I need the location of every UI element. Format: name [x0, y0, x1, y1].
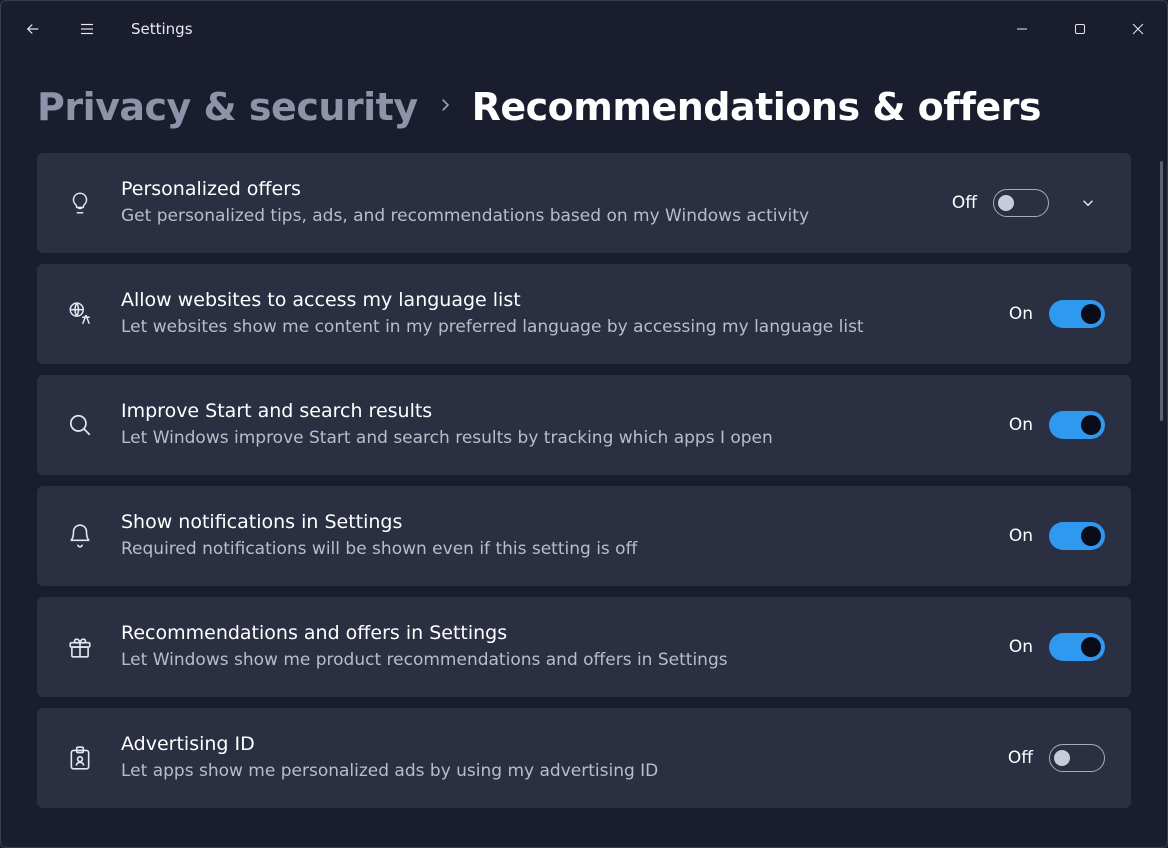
- breadcrumb-parent[interactable]: Privacy & security: [37, 85, 418, 129]
- back-button[interactable]: [13, 9, 53, 49]
- chevron-down-icon: [1079, 194, 1097, 212]
- toggle-state-label: Off: [952, 193, 977, 213]
- setting-title: Improve Start and search results: [121, 399, 985, 425]
- setting-body: Recommendations and offers in Settings L…: [121, 621, 985, 672]
- title-bar: Settings: [1, 1, 1167, 57]
- title-bar-left: Settings: [13, 9, 193, 49]
- window-controls: [993, 9, 1167, 49]
- setting-body: Allow websites to access my language lis…: [121, 288, 985, 339]
- search-icon: [63, 412, 97, 438]
- minimize-icon: [1016, 23, 1028, 35]
- toggle-state-label: On: [1009, 526, 1033, 546]
- toggle-advertising-id[interactable]: [1049, 744, 1105, 772]
- setting-controls: Off: [1008, 744, 1105, 772]
- setting-description: Let apps show me personalized ads by usi…: [121, 760, 984, 784]
- setting-description: Let Windows improve Start and search res…: [121, 427, 985, 451]
- setting-description: Let Windows show me product recommendati…: [121, 649, 985, 673]
- close-button[interactable]: [1109, 9, 1167, 49]
- setting-title: Recommendations and offers in Settings: [121, 621, 985, 647]
- bell-icon: [63, 523, 97, 549]
- chevron-right-icon: [436, 96, 454, 118]
- gift-icon: [63, 634, 97, 660]
- setting-description: Let websites show me content in my prefe…: [121, 316, 985, 340]
- toggle-personalized-offers[interactable]: [993, 189, 1049, 217]
- setting-language-list[interactable]: Allow websites to access my language lis…: [37, 264, 1131, 364]
- toggle-state-label: On: [1009, 304, 1033, 324]
- setting-description: Required notifications will be shown eve…: [121, 538, 985, 562]
- close-icon: [1132, 23, 1144, 35]
- window-title: Settings: [131, 20, 193, 38]
- minimize-button[interactable]: [993, 9, 1051, 49]
- page-title: Recommendations & offers: [472, 85, 1041, 129]
- expand-button[interactable]: [1071, 186, 1105, 220]
- setting-advertising-id[interactable]: Advertising ID Let apps show me personal…: [37, 708, 1131, 808]
- toggle-recs-in-settings[interactable]: [1049, 633, 1105, 661]
- setting-title: Allow websites to access my language lis…: [121, 288, 985, 314]
- setting-body: Improve Start and search results Let Win…: [121, 399, 985, 450]
- setting-recs-in-settings[interactable]: Recommendations and offers in Settings L…: [37, 597, 1131, 697]
- toggle-state-label: On: [1009, 415, 1033, 435]
- maximize-button[interactable]: [1051, 9, 1109, 49]
- toggle-state-label: Off: [1008, 748, 1033, 768]
- setting-controls: Off: [952, 186, 1105, 220]
- arrow-left-icon: [24, 20, 42, 38]
- globe-translate-icon: [63, 301, 97, 327]
- scrollbar[interactable]: [1160, 161, 1163, 421]
- setting-personalized-offers[interactable]: Personalized offers Get personalized tip…: [37, 153, 1131, 253]
- setting-notifications-in-settings[interactable]: Show notifications in Settings Required …: [37, 486, 1131, 586]
- settings-list: Personalized offers Get personalized tip…: [1, 153, 1167, 827]
- menu-button[interactable]: [67, 9, 107, 49]
- toggle-improve-start-search[interactable]: [1049, 411, 1105, 439]
- hamburger-icon: [78, 20, 96, 38]
- breadcrumb: Privacy & security Recommendations & off…: [1, 57, 1167, 153]
- setting-controls: On: [1009, 411, 1105, 439]
- toggle-state-label: On: [1009, 637, 1033, 657]
- setting-title: Personalized offers: [121, 177, 928, 203]
- setting-body: Show notifications in Settings Required …: [121, 510, 985, 561]
- id-card-icon: [63, 745, 97, 771]
- setting-controls: On: [1009, 522, 1105, 550]
- toggle-notifications-in-settings[interactable]: [1049, 522, 1105, 550]
- setting-controls: On: [1009, 300, 1105, 328]
- setting-description: Get personalized tips, ads, and recommen…: [121, 205, 928, 229]
- maximize-icon: [1074, 23, 1086, 35]
- setting-title: Advertising ID: [121, 732, 984, 758]
- setting-body: Advertising ID Let apps show me personal…: [121, 732, 984, 783]
- setting-controls: On: [1009, 633, 1105, 661]
- setting-title: Show notifications in Settings: [121, 510, 985, 536]
- toggle-language-list[interactable]: [1049, 300, 1105, 328]
- setting-improve-start-search[interactable]: Improve Start and search results Let Win…: [37, 375, 1131, 475]
- setting-body: Personalized offers Get personalized tip…: [121, 177, 928, 228]
- lightbulb-icon: [63, 190, 97, 216]
